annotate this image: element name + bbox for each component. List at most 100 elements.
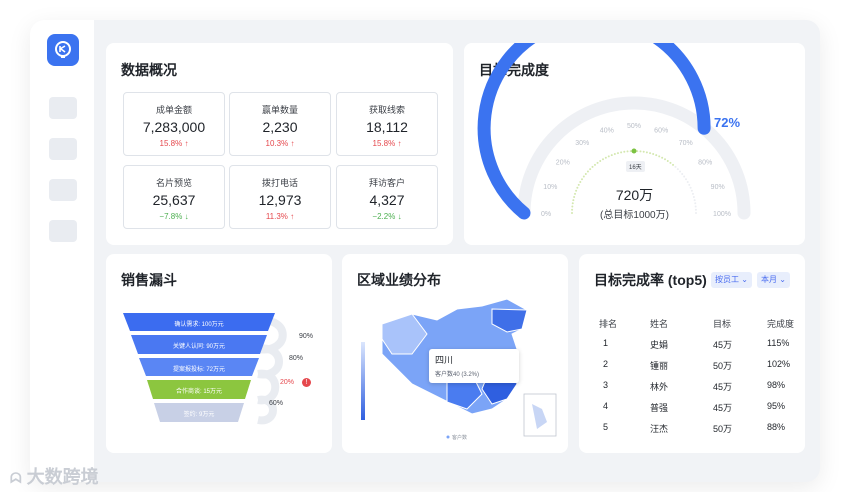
funnel-rate-1: 90% (299, 333, 314, 340)
overview-title: 数据概况 (121, 62, 177, 78)
gauge-dot (674, 165, 677, 168)
chevron-down-icon: ⌄ (779, 275, 786, 284)
table-cell: 1 (603, 338, 609, 348)
stat-label: 获取线索 (368, 105, 405, 115)
gauge-dot (623, 150, 626, 153)
stat-change: 15.8% ↑ (159, 139, 189, 148)
gauge-dot (607, 155, 610, 158)
stat-change: −2.2% ↓ (372, 212, 402, 221)
gauge-dot (664, 158, 666, 161)
gauge-dot (636, 150, 639, 153)
arrow-up-icon: ↑ (290, 139, 295, 148)
arrow-down-icon: ↓ (184, 212, 189, 221)
period-filter-label: 本月 (761, 275, 777, 284)
period-filter[interactable]: 本月 ⌄ (757, 272, 790, 288)
stat-change: 10.3% ↑ (265, 139, 295, 148)
funnel-chart (123, 313, 287, 425)
gauge-dot (626, 150, 629, 153)
gauge-tick-label: 80% (698, 159, 712, 166)
target-card: 目标完成度 0% 10% 20% 30% 40% 50% 60% 70% 80% 90% 100% … (464, 43, 805, 245)
table-cell: 史娟 (650, 340, 669, 350)
gauge-dot (584, 172, 587, 175)
gauge-dot (613, 153, 616, 156)
gauge-dot (579, 181, 582, 183)
gauge-marker (631, 148, 637, 154)
gauge-dot (684, 178, 687, 181)
gauge-dot (683, 175, 686, 178)
arrow-up-icon: ↑ (397, 139, 402, 148)
header-completion: 完成度 (767, 319, 795, 329)
table-cell: 45万 (713, 403, 733, 413)
watermark: ᗣ 大数跨境 (10, 463, 99, 489)
gauge-tick-label: 20% (556, 159, 570, 166)
stat-change: 15.8% ↑ (372, 139, 402, 148)
stat-card[interactable]: 名片预览 25,637 −7.8% ↓ (123, 165, 225, 229)
gauge-dot (679, 170, 682, 173)
gauge-dot (582, 175, 585, 178)
funnel-card: 销售漏斗 确认需求: 100万元 关键人认同: 90万元 提案报投标: 72万元… (106, 254, 332, 453)
table-cell: 45万 (713, 382, 733, 392)
table-cell: 98% (767, 380, 786, 390)
sidebar-item-2[interactable] (49, 138, 77, 160)
target-amount: 720万 (615, 187, 654, 203)
gauge-dot (589, 168, 592, 171)
stat-card[interactable]: 成单金额 7,283,000 15.8% ↑ (123, 92, 225, 156)
arrow-up-icon: ↑ (184, 139, 189, 148)
gauge-tick-label: 40% (600, 127, 614, 134)
overview-card: 数据概况 成单金额 7,283,000 15.8% ↑ 赢单数量 2,230 10.3% … (106, 43, 453, 245)
gauge-dot (639, 150, 642, 153)
gauge-dot (593, 163, 596, 166)
tooltip-title: 四川 (435, 355, 454, 365)
table-cell: 4 (603, 401, 609, 411)
sidebar (30, 20, 94, 482)
gauge-dot (652, 153, 655, 156)
header-rank: 排名 (599, 319, 618, 329)
gauge-dot (666, 160, 669, 163)
employee-filter[interactable]: 按员工 ⌄ (711, 272, 752, 288)
gauge-dot (661, 156, 664, 159)
gauge-dot (645, 151, 648, 154)
gauge-dot (669, 161, 672, 164)
gauge-dot (642, 150, 645, 153)
sidebar-item-1[interactable] (49, 97, 77, 119)
funnel-label-3: 提案报投标: 72万元 (172, 367, 225, 373)
gauge-dot (629, 150, 632, 153)
gauge-dot (620, 151, 623, 154)
funnel-label-4: 合作商谈: 15万元 (175, 389, 222, 395)
stat-value: 7,283,000 (142, 119, 206, 135)
app-logo[interactable] (47, 34, 79, 66)
logo-icon (55, 41, 71, 58)
stat-change: −7.8% ↓ (159, 212, 189, 221)
employee-filter-label: 按员工 (715, 275, 739, 284)
stat-card[interactable]: 获取线索 18,112 15.8% ↑ (336, 92, 438, 156)
table-cell: 50万 (713, 361, 733, 371)
stat-value: 2,230 (262, 119, 298, 135)
watermark-text: 大数跨境 (26, 467, 99, 487)
stat-label: 拨打电话 (261, 178, 298, 188)
target-goal: (总目标1000万) (600, 210, 669, 221)
header-name: 姓名 (650, 319, 669, 329)
tooltip-text: 客户数40 (3.2%) (435, 372, 480, 378)
sidebar-item-4[interactable] (49, 220, 77, 242)
gauge-dot (616, 152, 619, 155)
table-cell: 锺丽 (650, 361, 669, 371)
chevron-down-icon: ⌄ (741, 275, 748, 284)
stat-value: 12,973 (258, 192, 302, 208)
table-cell: 2 (603, 359, 609, 369)
days-badge: 16天 (626, 161, 645, 172)
stat-card[interactable]: 拜访客户 4,327 −2.2% ↓ (336, 165, 438, 229)
gauge-dot (586, 170, 589, 173)
funnel-rate-3: 20% (280, 379, 295, 386)
gauge-dot (658, 155, 661, 158)
stat-card[interactable]: 赢单数量 2,230 10.3% ↑ (229, 92, 331, 156)
funnel-rate-2: 80% (289, 355, 304, 362)
sidebar-item-3[interactable] (49, 179, 77, 201)
legend-dot (446, 435, 450, 439)
table-cell: 50万 (713, 424, 733, 434)
stat-card[interactable]: 拨打电话 12,973 11.3% ↑ (229, 165, 331, 229)
gauge-dot (655, 154, 658, 157)
table-cell: 95% (767, 401, 786, 411)
gauge-dot (602, 158, 604, 161)
gauge-dot (599, 160, 602, 163)
gauge-dot (596, 161, 599, 164)
